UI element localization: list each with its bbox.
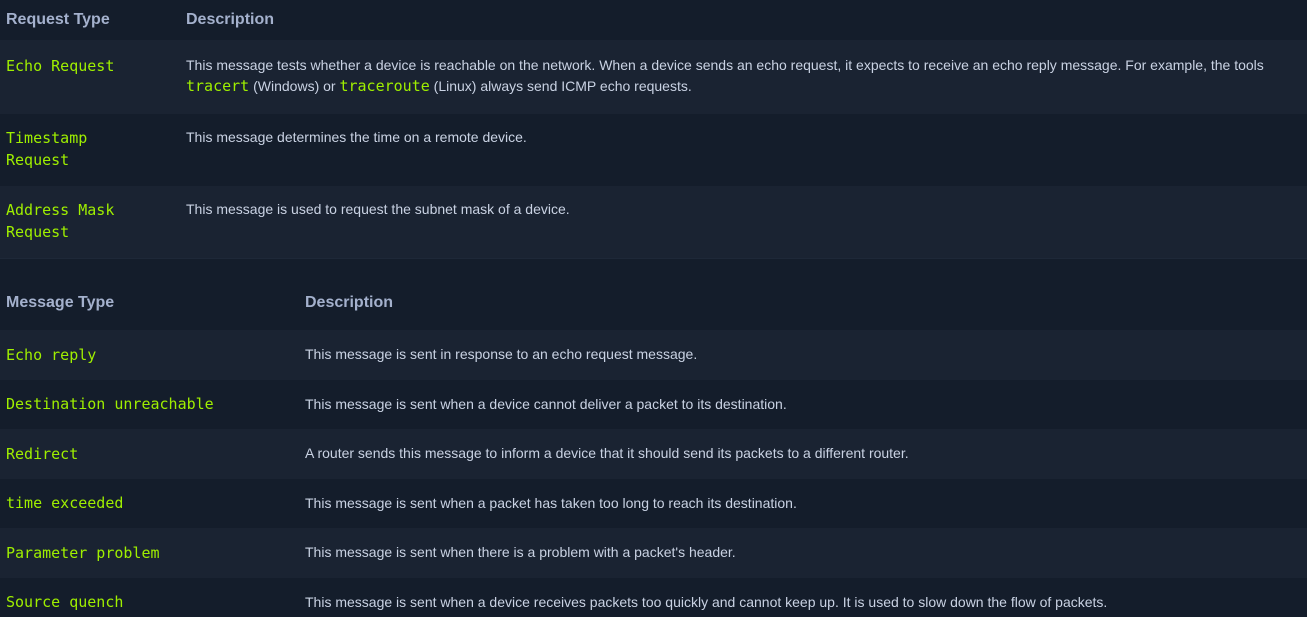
- table-row: Echo Request This message tests whether …: [0, 40, 1307, 114]
- request-type-line: Timestamp: [6, 129, 88, 147]
- table-separator: [0, 258, 1307, 274]
- description-cell: This message is sent when a device canno…: [305, 395, 787, 412]
- table-row: Destination unreachable This message is …: [0, 379, 1307, 429]
- table-row: Timestamp Request This message determine…: [0, 114, 1307, 186]
- description-text: (Windows) or: [249, 78, 340, 94]
- table-row: Echo reply This message is sent in respo…: [0, 330, 1307, 380]
- description-cell: This message is used to request the subn…: [186, 201, 570, 217]
- description-cell: This message is sent when a device recei…: [305, 593, 1108, 610]
- message-type-cell: Source quench: [6, 593, 124, 612]
- description-cell: This message is sent when a packet has t…: [305, 494, 797, 511]
- description-text: This message tests whether a device is r…: [186, 57, 1264, 73]
- table-row: Address Mask Request This message is use…: [0, 186, 1307, 258]
- message-type-cell: Destination unreachable: [6, 395, 214, 414]
- description-text: (Linux) always send ICMP echo requests.: [429, 78, 692, 94]
- column-header-description: Description: [305, 294, 394, 311]
- table-row: Parameter problem This message is sent w…: [0, 528, 1307, 578]
- table-row: Redirect A router sends this message to …: [0, 429, 1307, 479]
- request-type-cell: Address Mask Request: [0, 199, 180, 258]
- request-type-table: Request Type Description Echo Request Th…: [0, 0, 1307, 258]
- description-cell: This message tests whether a device is r…: [180, 55, 1307, 114]
- column-header-message-type: Message Type: [6, 294, 115, 311]
- message-type-cell: Echo reply: [6, 345, 97, 364]
- description-cell: This message is sent when there is a pro…: [305, 544, 736, 561]
- message-type-cell: time exceeded: [6, 494, 124, 513]
- inline-code: tracert: [186, 77, 250, 95]
- request-type-line: Address Mask: [6, 201, 115, 219]
- table-header-row: Message Type Description: [0, 274, 1307, 330]
- table-row: time exceeded This message is sent when …: [0, 478, 1307, 528]
- request-type-cell: Timestamp Request: [0, 127, 180, 186]
- request-type-cell: Echo Request: [6, 57, 115, 75]
- column-header-request-type: Request Type: [6, 11, 110, 28]
- column-header-description: Description: [186, 11, 275, 28]
- message-type-cell: Redirect: [6, 444, 79, 463]
- description-cell: This message is sent in response to an e…: [305, 346, 698, 363]
- table-header-row: Request Type Description: [0, 0, 1307, 40]
- description-cell: This message determines the time on a re…: [186, 129, 527, 145]
- request-type-line: Request: [6, 151, 70, 169]
- description-cell: A router sends this message to inform a …: [305, 445, 909, 462]
- message-type-table: Message Type Description Echo reply This…: [0, 274, 1307, 617]
- request-type-line: Request: [6, 223, 70, 241]
- inline-code: traceroute: [339, 77, 430, 95]
- message-type-cell: Parameter problem: [6, 543, 160, 562]
- table-row: Source quench This message is sent when …: [0, 577, 1307, 617]
